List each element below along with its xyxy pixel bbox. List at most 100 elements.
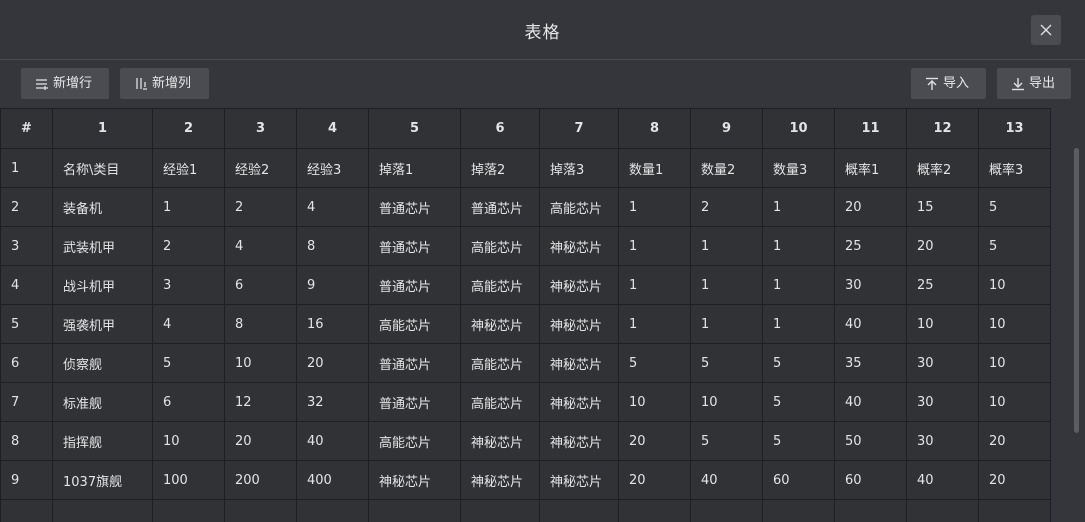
table-cell[interactable]: 数量3	[762, 148, 835, 188]
table-cell[interactable]: 普通芯片	[368, 226, 461, 266]
table-cell[interactable]: 6	[152, 382, 225, 422]
table-cell[interactable]: 25	[834, 226, 907, 266]
table-cell[interactable]: 神秘芯片	[539, 460, 619, 500]
table-cell[interactable]	[296, 499, 369, 522]
table-cell[interactable]	[762, 499, 835, 522]
table-cell[interactable]: 5	[762, 343, 835, 383]
table-cell[interactable]: 1	[152, 187, 225, 227]
table-cell[interactable]: 10	[978, 304, 1051, 344]
table-cell[interactable]: 1	[762, 265, 835, 305]
table-cell[interactable]: 30	[906, 343, 979, 383]
table-cell[interactable]	[224, 499, 297, 522]
table-cell[interactable]: 10	[224, 343, 297, 383]
table-cell[interactable]: 侦察舰	[52, 343, 153, 383]
table-cell[interactable]: 神秘芯片	[539, 343, 619, 383]
table-cell[interactable]: 高能芯片	[460, 343, 540, 383]
table-cell[interactable]: 概率1	[834, 148, 907, 188]
table-cell[interactable]: 普通芯片	[368, 265, 461, 305]
table-cell[interactable]: 10	[978, 382, 1051, 422]
table-cell[interactable]: 20	[224, 421, 297, 461]
table-cell[interactable]: 普通芯片	[368, 343, 461, 383]
table-cell[interactable]: 4	[296, 187, 369, 227]
table-cell[interactable]: 2	[152, 226, 225, 266]
table-cell[interactable]	[368, 499, 461, 522]
table-cell[interactable]	[834, 499, 907, 522]
table-cell[interactable]: 神秘芯片	[539, 421, 619, 461]
table-cell[interactable]: 强袭机甲	[52, 304, 153, 344]
table-cell[interactable]: 60	[834, 460, 907, 500]
table-cell[interactable]: 高能芯片	[368, 304, 461, 344]
table-cell[interactable]: 20	[296, 343, 369, 383]
table-cell[interactable]: 名称\类目	[52, 148, 153, 188]
table-cell[interactable]: 数量1	[618, 148, 691, 188]
table-cell[interactable]: 掉落3	[539, 148, 619, 188]
table-cell[interactable]: 20	[978, 421, 1051, 461]
table-cell[interactable]: 1	[762, 226, 835, 266]
table-cell[interactable]: 数量2	[690, 148, 763, 188]
table-cell[interactable]: 1	[618, 304, 691, 344]
table-cell[interactable]: 5	[690, 421, 763, 461]
table-cell[interactable]: 高能芯片	[460, 226, 540, 266]
scrollbar-thumb[interactable]	[1074, 148, 1079, 433]
table-cell[interactable]: 10	[978, 343, 1051, 383]
table-cell[interactable]: 4	[224, 226, 297, 266]
table-cell[interactable]: 神秘芯片	[368, 460, 461, 500]
table-cell[interactable]: 1	[618, 265, 691, 305]
table-cell[interactable]: 3	[152, 265, 225, 305]
table-cell[interactable]: 60	[762, 460, 835, 500]
table-cell[interactable]: 神秘芯片	[460, 421, 540, 461]
table-cell[interactable]: 武装机甲	[52, 226, 153, 266]
table-cell[interactable]: 神秘芯片	[539, 382, 619, 422]
table-cell[interactable]: 30	[906, 421, 979, 461]
table-cell[interactable]: 战斗机甲	[52, 265, 153, 305]
table-cell[interactable]	[152, 499, 225, 522]
table-cell[interactable]: 2	[224, 187, 297, 227]
table-cell[interactable]: 40	[690, 460, 763, 500]
table-cell[interactable]: 普通芯片	[460, 187, 540, 227]
table-cell[interactable]: 1	[618, 226, 691, 266]
table-cell[interactable]: 1	[618, 187, 691, 227]
table-cell[interactable]: 15	[906, 187, 979, 227]
table-cell[interactable]: 8	[224, 304, 297, 344]
table-cell[interactable]: 掉落2	[460, 148, 540, 188]
table-cell[interactable]: 6	[224, 265, 297, 305]
table-cell[interactable]: 5	[978, 187, 1051, 227]
table-cell[interactable]: 1	[762, 187, 835, 227]
add-row-button[interactable]: 新增行	[21, 68, 109, 99]
table-cell[interactable]: 4	[152, 304, 225, 344]
table-cell[interactable]: 1	[690, 304, 763, 344]
table-cell[interactable]: 40	[296, 421, 369, 461]
table-cell[interactable]: 16	[296, 304, 369, 344]
table-cell[interactable]: 5	[978, 226, 1051, 266]
add-column-button[interactable]: 新增列	[120, 68, 209, 99]
table-cell[interactable]	[52, 499, 153, 522]
table-cell[interactable]: 2	[690, 187, 763, 227]
table-cell[interactable]: 9	[296, 265, 369, 305]
table-cell[interactable]: 装备机	[52, 187, 153, 227]
table-cell[interactable]: 神秘芯片	[539, 304, 619, 344]
table-cell[interactable]: 概率3	[978, 148, 1051, 188]
table-cell[interactable]: 10	[978, 265, 1051, 305]
table-cell[interactable]: 神秘芯片	[539, 226, 619, 266]
table-cell[interactable]: 10	[152, 421, 225, 461]
table-cell[interactable]: 20	[618, 460, 691, 500]
table-cell[interactable]: 35	[834, 343, 907, 383]
export-button[interactable]: 导出	[997, 68, 1071, 99]
table-cell[interactable]: 10	[690, 382, 763, 422]
table-cell[interactable]: 10	[618, 382, 691, 422]
table-cell[interactable]: 5	[690, 343, 763, 383]
table-cell[interactable]: 200	[224, 460, 297, 500]
import-button[interactable]: 导入	[911, 68, 986, 99]
table-cell[interactable]: 40	[834, 304, 907, 344]
table-cell[interactable]	[460, 499, 540, 522]
table-cell[interactable]: 标准舰	[52, 382, 153, 422]
table-cell[interactable]: 20	[906, 226, 979, 266]
table-cell[interactable]: 神秘芯片	[460, 304, 540, 344]
table-cell[interactable]: 概率2	[906, 148, 979, 188]
table-cell[interactable]: 神秘芯片	[539, 265, 619, 305]
table-cell[interactable]	[539, 499, 619, 522]
table-cell[interactable]: 20	[978, 460, 1051, 500]
table-cell[interactable]: 1	[690, 265, 763, 305]
table-cell[interactable]: 100	[152, 460, 225, 500]
table-cell[interactable]: 高能芯片	[460, 382, 540, 422]
